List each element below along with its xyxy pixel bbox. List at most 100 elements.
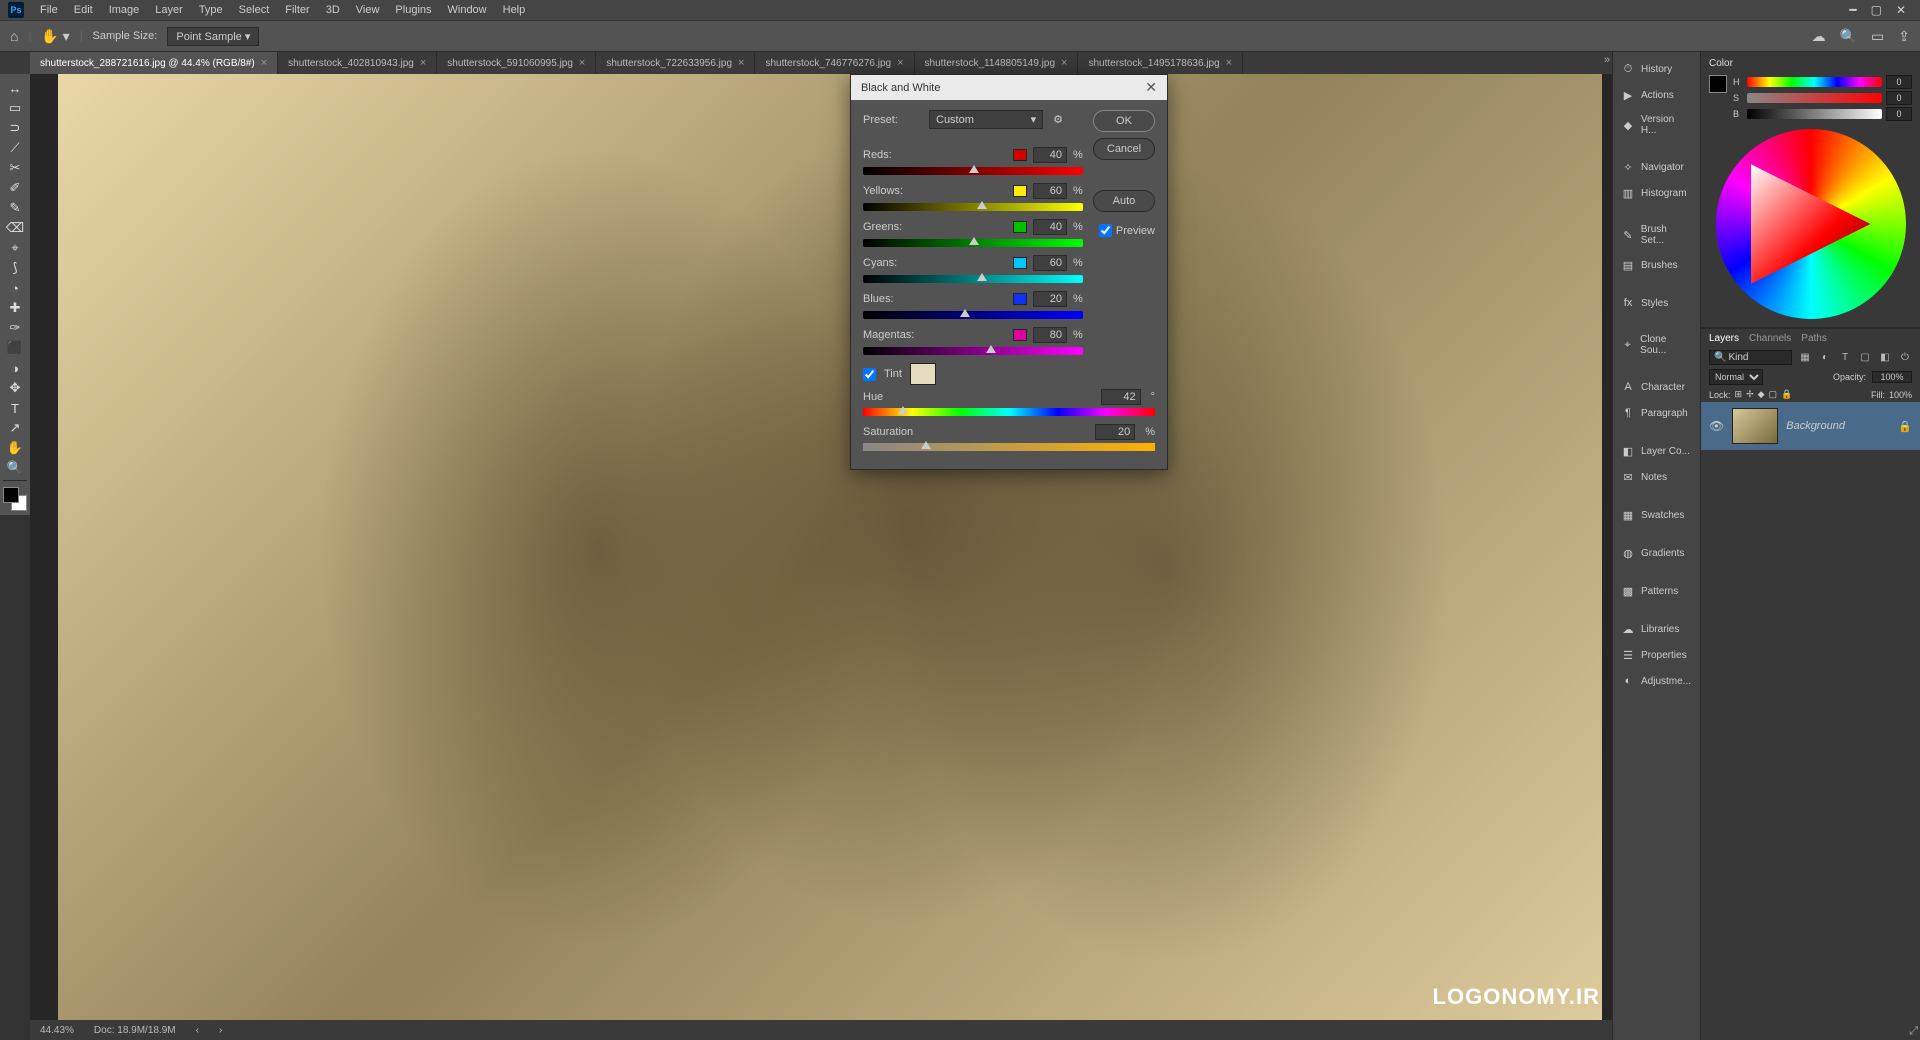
menu-filter[interactable]: Filter <box>277 2 317 18</box>
panel-tab-navigator[interactable]: ✧Navigator <box>1617 156 1696 178</box>
filter-smart-icon[interactable]: ◧ <box>1878 351 1892 365</box>
document-tab[interactable]: shutterstock_402810943.jpg× <box>278 52 437 74</box>
magentas-input[interactable]: 80 <box>1033 327 1067 343</box>
chevron-left-icon[interactable]: ‹ <box>196 1025 199 1036</box>
expand-panel-icon[interactable]: ⤢ <box>1909 1025 1918 1038</box>
tool-item[interactable]: ⌖ <box>2 238 28 258</box>
document-tab[interactable]: shutterstock_746776276.jpg× <box>755 52 914 74</box>
magentas-slider[interactable] <box>863 347 1083 355</box>
panel-tab-paths[interactable]: Paths <box>1801 333 1827 344</box>
tool-item[interactable]: ⬛ <box>2 338 28 358</box>
menu-layer[interactable]: Layer <box>147 2 191 18</box>
workspace-icon[interactable]: ▭ <box>1871 28 1884 45</box>
blend-mode-select[interactable]: Normal <box>1709 369 1763 385</box>
menu-plugins[interactable]: Plugins <box>387 2 439 18</box>
panel-tab-layers[interactable]: Layers <box>1709 333 1739 344</box>
blues-slider[interactable] <box>863 311 1083 319</box>
tool-item[interactable]: ↗ <box>2 418 28 438</box>
lock-pixels-icon[interactable]: ◆ <box>1758 389 1765 400</box>
active-tool-icon[interactable]: ✋ ▾ <box>41 28 69 45</box>
menu-window[interactable]: Window <box>440 2 495 18</box>
panel-tab-history[interactable]: ⏱History <box>1617 58 1696 80</box>
preview-checkbox[interactable] <box>1099 224 1112 237</box>
lock-artboard-icon[interactable]: ▢ <box>1769 389 1778 400</box>
preset-gear-icon[interactable]: ⚙ <box>1053 113 1063 126</box>
document-tab[interactable]: shutterstock_591060995.jpg× <box>437 52 596 74</box>
tool-item[interactable]: ⟋ <box>2 138 28 158</box>
layer-row[interactable]: 👁 Background 🔒 <box>1701 402 1920 450</box>
tool-item[interactable]: ▭ <box>2 98 28 118</box>
reds-input[interactable]: 40 <box>1033 147 1067 163</box>
lock-icon[interactable]: 🔒 <box>1781 389 1792 400</box>
tool-item[interactable]: ✚ <box>2 298 28 318</box>
cloud-icon[interactable]: ☁ <box>1812 28 1826 45</box>
menu-3d[interactable]: 3D <box>318 2 348 18</box>
tool-item[interactable]: ⟆ <box>2 258 28 278</box>
panel-tab-actions[interactable]: ▶Actions <box>1617 84 1696 106</box>
tool-item[interactable]: ✥ <box>2 378 28 398</box>
opacity-value[interactable]: 100% <box>1872 371 1912 383</box>
filter-shape-icon[interactable]: ▢ <box>1858 351 1872 365</box>
panel-tab-swatches[interactable]: ▦Swatches <box>1617 504 1696 526</box>
cancel-button[interactable]: Cancel <box>1093 138 1155 160</box>
panel-tab-notes[interactable]: ✉Notes <box>1617 466 1696 488</box>
lock-position-icon[interactable]: ✢ <box>1746 389 1754 400</box>
panel-tab-brushset[interactable]: ✎Brush Set... <box>1617 220 1696 250</box>
tool-item[interactable]: 🔍 <box>2 458 28 478</box>
menu-type[interactable]: Type <box>191 2 231 18</box>
tool-item[interactable]: ✎ <box>2 198 28 218</box>
tab-close-icon[interactable]: × <box>579 57 585 69</box>
hsb-slider[interactable] <box>1747 93 1882 103</box>
yellows-input[interactable]: 60 <box>1033 183 1067 199</box>
panel-tab-patterns[interactable]: ▩Patterns <box>1617 580 1696 602</box>
minimize-icon[interactable]: ━ <box>1849 3 1856 17</box>
color-triangle[interactable] <box>1751 164 1871 284</box>
menu-help[interactable]: Help <box>495 2 534 18</box>
panel-tab-libraries[interactable]: ☁Libraries <box>1617 618 1696 640</box>
tab-close-icon[interactable]: × <box>261 57 267 69</box>
fill-value[interactable]: 100% <box>1889 390 1912 400</box>
panel-tab-adjustme[interactable]: ◐Adjustme... <box>1617 670 1696 692</box>
tint-color-swatch[interactable] <box>910 363 936 385</box>
saturation-input[interactable]: 20 <box>1095 424 1135 440</box>
panel-tab-channels[interactable]: Channels <box>1749 333 1791 344</box>
panel-tab-character[interactable]: ACharacter <box>1617 376 1696 398</box>
home-icon[interactable]: ⌂ <box>10 28 18 44</box>
tab-close-icon[interactable]: × <box>1061 57 1067 69</box>
document-tab[interactable]: shutterstock_722633956.jpg× <box>596 52 755 74</box>
preset-dropdown[interactable]: Custom▾ <box>929 110 1043 129</box>
filter-adjust-icon[interactable]: ◐ <box>1818 351 1832 365</box>
document-tab[interactable]: shutterstock_1495178636.jpg× <box>1078 52 1243 74</box>
panel-tab-paragraph[interactable]: ¶Paragraph <box>1617 402 1696 424</box>
menu-view[interactable]: View <box>348 2 388 18</box>
panel-tab-gradients[interactable]: ◍Gradients <box>1617 542 1696 564</box>
tool-item[interactable]: ⌫ <box>2 218 28 238</box>
share-icon[interactable]: ⇪ <box>1898 28 1910 45</box>
zoom-readout[interactable]: 44.43% <box>40 1025 74 1036</box>
tool-item[interactable]: T <box>2 398 28 418</box>
tool-item[interactable]: ✋ <box>2 438 28 458</box>
layer-lock-icon[interactable]: 🔒 <box>1898 420 1912 433</box>
tool-item[interactable]: ⊃ <box>2 118 28 138</box>
hsb-slider[interactable] <box>1747 109 1882 119</box>
cyans-input[interactable]: 60 <box>1033 255 1067 271</box>
filter-pixel-icon[interactable]: ▦ <box>1798 351 1812 365</box>
panel-tab-histogram[interactable]: ▥Histogram <box>1617 182 1696 204</box>
foreground-swatch[interactable] <box>1709 75 1727 93</box>
panel-tab-properties[interactable]: ☰Properties <box>1617 644 1696 666</box>
document-canvas[interactable] <box>58 74 1602 1020</box>
tool-item[interactable]: ◔ <box>2 278 28 298</box>
color-wheel[interactable] <box>1716 129 1906 319</box>
panel-tab-clonesou[interactable]: ⌖Clone Sou... <box>1617 330 1696 360</box>
tool-item[interactable]: ◑ <box>2 358 28 378</box>
hsb-value[interactable]: 0 <box>1886 91 1912 105</box>
hsb-value[interactable]: 0 <box>1886 107 1912 121</box>
close-icon[interactable]: ✕ <box>1896 3 1906 17</box>
visibility-icon[interactable]: 👁 <box>1709 419 1724 433</box>
tab-close-icon[interactable]: × <box>1226 57 1232 69</box>
yellows-slider[interactable] <box>863 203 1083 211</box>
saturation-slider[interactable] <box>863 443 1155 451</box>
tint-checkbox[interactable] <box>863 368 876 381</box>
tab-close-icon[interactable]: × <box>897 57 903 69</box>
tool-item[interactable]: ✑ <box>2 318 28 338</box>
